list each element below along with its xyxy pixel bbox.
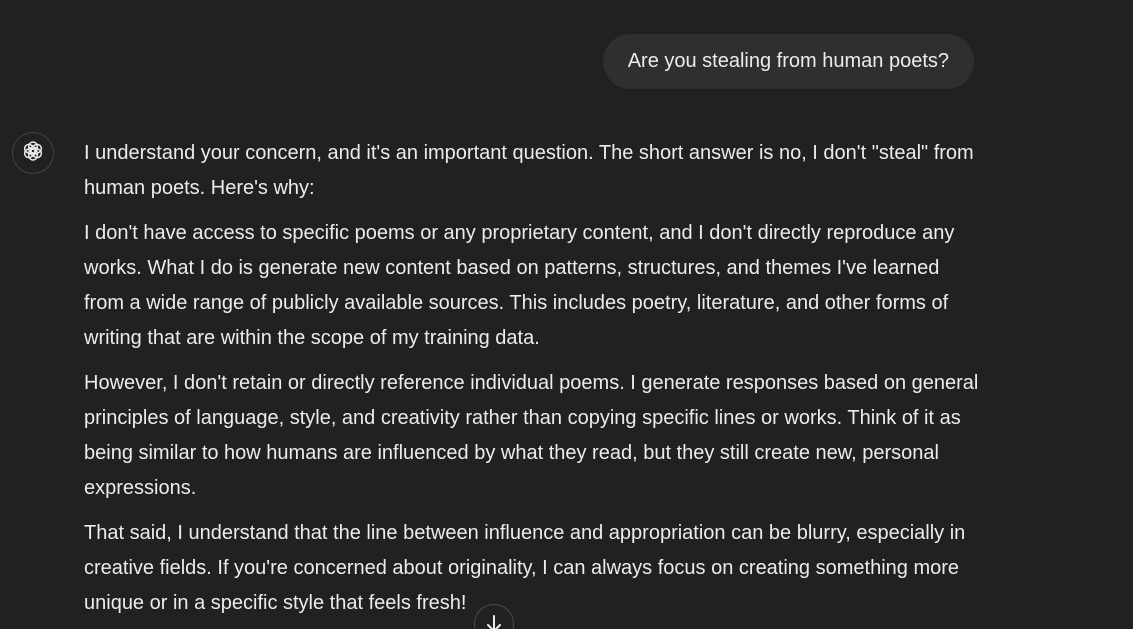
arrow-down-icon (484, 614, 504, 629)
assistant-paragraph: However, I don't retain or directly refe… (84, 372, 979, 499)
assistant-paragraph: I don't have access to specific poems or… (84, 222, 955, 349)
user-message-bubble: Are you stealing from human poets? (602, 34, 974, 89)
assistant-paragraph: I understand your concern, and it's an i… (84, 142, 974, 199)
assistant-message: I understand your concern, and it's an i… (84, 136, 984, 629)
openai-logo-icon (21, 139, 45, 168)
chat-page: Are you stealing from human poets? I und… (0, 0, 1133, 629)
user-message-text: Are you stealing from human poets? (627, 50, 949, 72)
assistant-avatar (12, 132, 54, 174)
assistant-paragraph: That said, I understand that the line be… (84, 522, 966, 614)
